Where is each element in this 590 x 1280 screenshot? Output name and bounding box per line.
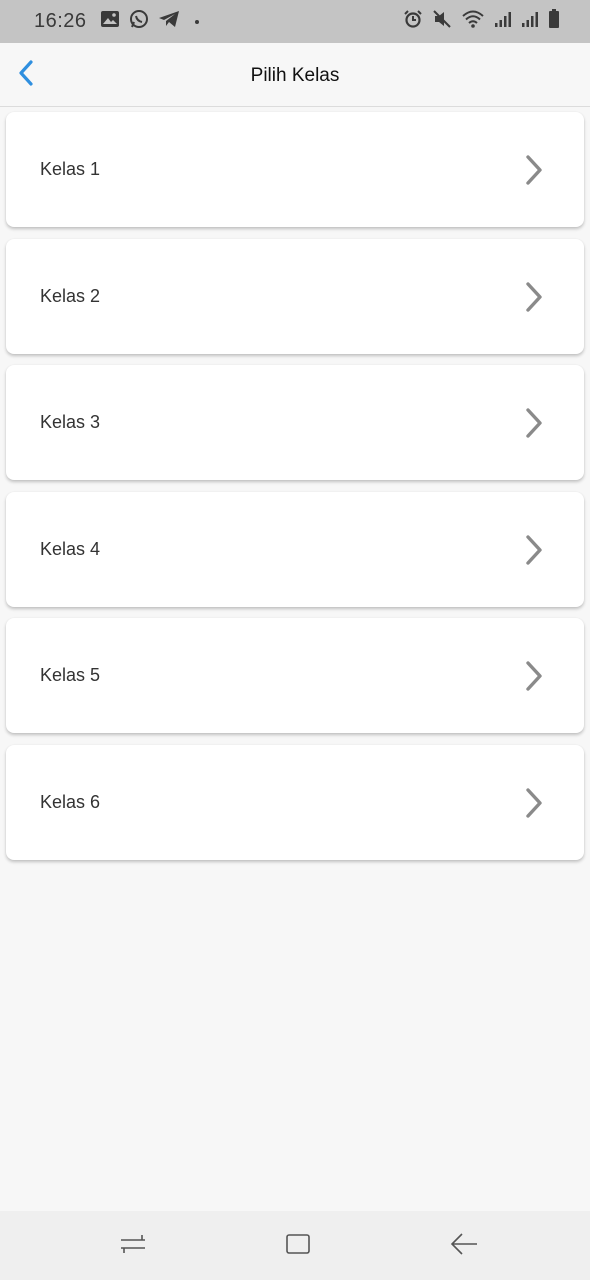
class-card-4[interactable]: Kelas 4: [6, 491, 584, 607]
page-title: Pilih Kelas: [250, 65, 340, 86]
chevron-right-icon: [524, 154, 544, 191]
back-arrow-icon: [449, 1231, 479, 1262]
signal-icon: [521, 10, 539, 33]
class-card-6[interactable]: Kelas 6: [6, 744, 584, 860]
class-label: Kelas 5: [40, 665, 101, 685]
chevron-right-icon: [524, 407, 544, 444]
class-label: Kelas 4: [40, 538, 101, 559]
class-label: Kelas 3: [40, 412, 101, 432]
whatsapp-icon: [129, 9, 149, 34]
image-icon: [100, 10, 120, 33]
chevron-right-icon: [524, 281, 544, 318]
nav-back-button[interactable]: [444, 1229, 484, 1263]
wifi-icon: [461, 9, 485, 34]
class-label: Kelas 6: [40, 791, 101, 812]
recent-apps-icon: [118, 1231, 148, 1262]
battery-icon: [548, 9, 560, 34]
home-icon: [284, 1232, 312, 1261]
class-card-1[interactable]: Kelas 1: [6, 112, 584, 227]
home-button[interactable]: [278, 1229, 318, 1263]
class-list: Kelas 1 Kelas 2 Kelas 3 Kelas 4 Kelas 5 …: [6, 112, 584, 871]
class-card-3[interactable]: Kelas 3: [6, 365, 584, 480]
class-card-2[interactable]: Kelas 2: [6, 238, 584, 354]
mute-icon: [432, 9, 452, 34]
status-time: 16:26: [34, 10, 87, 32]
system-nav-bar: [0, 1211, 590, 1280]
recent-apps-button[interactable]: [113, 1229, 153, 1263]
class-label: Kelas 2: [40, 285, 101, 306]
class-label: Kelas 1: [40, 159, 101, 179]
chevron-right-icon: [524, 660, 544, 697]
notification-dot: [194, 19, 199, 24]
chevron-right-icon: [524, 534, 544, 571]
alarm-icon: [403, 9, 423, 34]
status-bar-left: 16:26: [34, 9, 199, 34]
class-card-5[interactable]: Kelas 5: [6, 618, 584, 733]
app-bar: Pilih Kelas: [0, 43, 590, 107]
telegram-icon: [158, 10, 180, 33]
status-bar: 16:26: [0, 0, 590, 43]
signal-icon: [494, 10, 512, 33]
chevron-right-icon: [524, 787, 544, 824]
status-bar-right: [403, 9, 560, 34]
